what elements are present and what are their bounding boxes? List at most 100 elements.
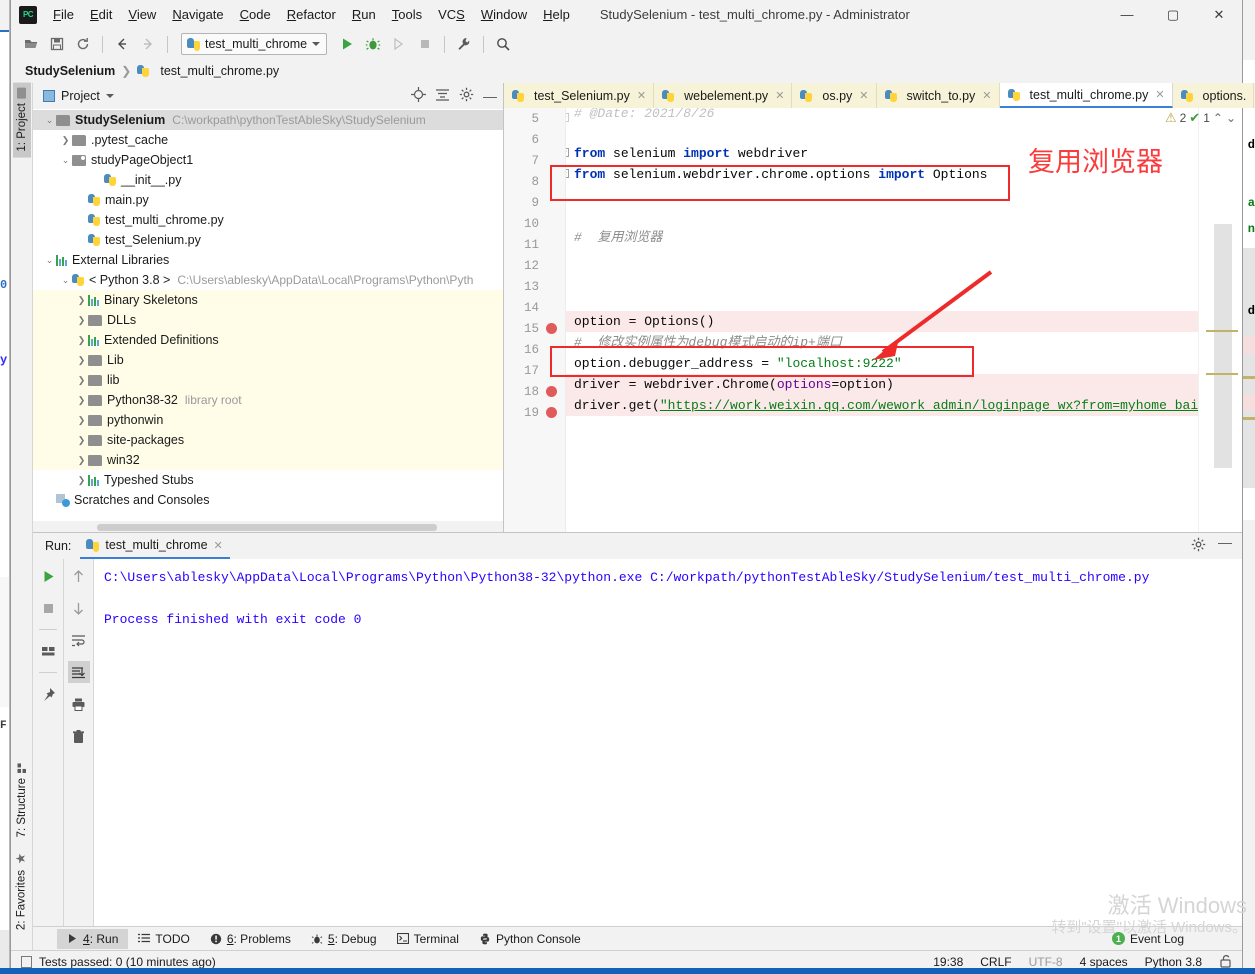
code-line[interactable] bbox=[566, 290, 1198, 311]
editor-tab[interactable]: switch_to.py ✕ bbox=[876, 83, 1000, 108]
editor-tab[interactable]: test_Selenium.py ✕ bbox=[504, 83, 655, 108]
tree-row[interactable]: ⌄ < Python 3.8 > C:\Users\ablesky\AppData\… bbox=[33, 270, 503, 290]
locate-icon[interactable] bbox=[411, 87, 426, 105]
chevron-down-icon[interactable]: ⌄ bbox=[43, 255, 56, 266]
refresh-icon[interactable] bbox=[71, 32, 95, 56]
code-line[interactable] bbox=[566, 248, 1198, 269]
chevron-right-icon[interactable]: ❯ bbox=[75, 475, 88, 486]
chevron-right-icon[interactable]: ❯ bbox=[75, 355, 88, 366]
run-icon[interactable] bbox=[335, 32, 359, 56]
restore-layout-icon[interactable] bbox=[37, 640, 59, 662]
menu-code[interactable]: Code bbox=[232, 3, 279, 26]
chevron-right-icon[interactable]: ❯ bbox=[59, 135, 72, 146]
tree-row[interactable]: Scratches and Consoles bbox=[33, 490, 503, 510]
tree-row[interactable]: ❯ Extended Definitions bbox=[33, 330, 503, 350]
menu-refactor[interactable]: Refactor bbox=[279, 3, 344, 26]
chevron-right-icon[interactable]: ❯ bbox=[75, 295, 88, 306]
chevron-right-icon[interactable]: ❯ bbox=[75, 435, 88, 446]
gutter-line-number[interactable]: 17 bbox=[504, 360, 565, 381]
close-icon[interactable]: ✕ bbox=[214, 539, 223, 552]
bottom-bar-item[interactable]: Python Console bbox=[469, 929, 591, 949]
menu-file[interactable]: File bbox=[45, 3, 82, 26]
editor-tab[interactable]: os.py ✕ bbox=[792, 83, 877, 108]
code-line[interactable]: driver.get("https://work.weixin.qq.com/w… bbox=[566, 395, 1198, 416]
editor-tab[interactable]: webelement.py ✕ bbox=[654, 83, 793, 108]
tree-row[interactable]: ❯ Lib bbox=[33, 350, 503, 370]
close-icon[interactable]: ✕ bbox=[775, 89, 784, 102]
tree-row[interactable]: ❯ Typeshed Stubs bbox=[33, 470, 503, 490]
editor-gutter[interactable]: 5 6 7 8 9 10 11 12 13 14 15 16 17 18 19 bbox=[504, 108, 566, 532]
breakpoint-icon[interactable] bbox=[546, 407, 557, 418]
back-arrow-icon[interactable] bbox=[110, 32, 134, 56]
status-message[interactable]: Tests passed: 0 (10 minutes ago) bbox=[39, 955, 216, 969]
code-fold-icon[interactable]: − bbox=[566, 148, 569, 157]
tree-row[interactable]: ❯ site-packages bbox=[33, 430, 503, 450]
menu-tools[interactable]: Tools bbox=[384, 3, 430, 26]
code-line[interactable]: −# @Date: 2021/8/26 bbox=[566, 108, 1198, 122]
chevron-right-icon[interactable]: ❯ bbox=[75, 315, 88, 326]
run-configuration-selector[interactable]: test_multi_chrome bbox=[181, 33, 328, 55]
editor-tab[interactable]: options. bbox=[1172, 83, 1255, 108]
bottom-bar-item[interactable]: 6: Problems bbox=[200, 929, 301, 949]
chevron-right-icon[interactable]: ❯ bbox=[75, 335, 88, 346]
close-icon[interactable]: ✕ bbox=[1155, 88, 1164, 101]
code-fold-icon[interactable]: − bbox=[566, 169, 569, 178]
code-line[interactable] bbox=[566, 269, 1198, 290]
gutter-line-number[interactable]: 9 bbox=[504, 192, 565, 213]
tree-row[interactable]: ⌄ StudySelenium C:\workpath\pythonTestAble… bbox=[33, 110, 503, 130]
run-console-output[interactable]: C:\Users\ablesky\AppData\Local\Programs\… bbox=[93, 559, 1242, 926]
pin-icon[interactable] bbox=[37, 683, 59, 705]
close-icon[interactable]: ✕ bbox=[859, 89, 868, 102]
tree-row[interactable]: __init__.py bbox=[33, 170, 503, 190]
scrollbar-thumb[interactable] bbox=[97, 524, 437, 531]
menu-vcs[interactable]: VCS bbox=[430, 3, 473, 26]
tree-row[interactable]: ❯ DLLs bbox=[33, 310, 503, 330]
code-line[interactable]: # 修改实例属性为debug模式启动的ip+端口 bbox=[566, 332, 1198, 353]
interpreter-widget[interactable]: Python 3.8 bbox=[1145, 955, 1202, 969]
gutter-line-number[interactable]: 18 bbox=[504, 381, 565, 402]
code-line[interactable] bbox=[566, 185, 1198, 206]
collapse-all-icon[interactable] bbox=[435, 87, 450, 105]
menu-help[interactable]: Help bbox=[535, 3, 578, 26]
wrench-icon[interactable] bbox=[452, 32, 476, 56]
gutter-line-number[interactable]: 10 bbox=[504, 213, 565, 234]
chevron-down-icon[interactable]: ⌄ bbox=[43, 115, 56, 126]
gutter-line-number[interactable]: 11 bbox=[504, 234, 565, 255]
gutter-line-number[interactable]: 15 bbox=[504, 318, 565, 339]
sidebar-item-project[interactable]: 1: Project bbox=[12, 83, 31, 158]
tree-row[interactable]: test_Selenium.py bbox=[33, 230, 503, 250]
code-line[interactable]: driver = webdriver.Chrome(options=option… bbox=[566, 374, 1198, 395]
inspection-widget[interactable]: ⚠ 2 ✔ 1 ⌃ ⌄ bbox=[1165, 110, 1236, 126]
close-icon[interactable]: ✕ bbox=[637, 89, 646, 102]
menu-navigate[interactable]: Navigate bbox=[164, 3, 231, 26]
maximize-button[interactable]: ▢ bbox=[1150, 0, 1196, 29]
project-horizontal-scrollbar[interactable] bbox=[33, 521, 503, 532]
code-line[interactable]: # 复用浏览器 bbox=[566, 227, 1198, 248]
bottom-bar-item[interactable]: Terminal bbox=[387, 929, 469, 949]
chevron-right-icon[interactable]: ❯ bbox=[75, 455, 88, 466]
line-separator-widget[interactable]: CRLF bbox=[980, 955, 1011, 969]
save-icon[interactable] bbox=[45, 32, 69, 56]
code-line[interactable]: option.debugger_address = "localhost:922… bbox=[566, 353, 1198, 374]
print-icon[interactable] bbox=[68, 693, 90, 715]
trash-icon[interactable] bbox=[68, 725, 90, 747]
breadcrumb-file[interactable]: test_multi_chrome.py bbox=[160, 64, 279, 78]
tree-row[interactable]: ❯ Binary Skeletons bbox=[33, 290, 503, 310]
chevron-right-icon[interactable]: ❯ bbox=[75, 395, 88, 406]
tree-row[interactable]: test_multi_chrome.py bbox=[33, 210, 503, 230]
menu-view[interactable]: View bbox=[120, 3, 164, 26]
tree-row[interactable]: ❯ lib bbox=[33, 370, 503, 390]
editor-vertical-scrollbar[interactable] bbox=[1214, 224, 1232, 468]
gear-icon[interactable] bbox=[1191, 537, 1206, 555]
chevron-down-icon[interactable]: ⌄ bbox=[59, 155, 72, 166]
chevron-right-icon[interactable]: ❯ bbox=[75, 415, 88, 426]
search-icon[interactable] bbox=[491, 32, 515, 56]
next-highlight-icon[interactable]: ⌄ bbox=[1226, 111, 1236, 125]
gutter-line-number[interactable]: 8 bbox=[504, 171, 565, 192]
chevron-down-icon[interactable]: ⌄ bbox=[59, 275, 72, 286]
menu-edit[interactable]: Edit bbox=[82, 3, 120, 26]
breakpoint-icon[interactable] bbox=[546, 386, 557, 397]
gutter-line-number[interactable]: 19 bbox=[504, 402, 565, 423]
up-arrow-icon[interactable] bbox=[68, 565, 90, 587]
editor-tab[interactable]: test_multi_chrome.py ✕ bbox=[999, 83, 1173, 108]
